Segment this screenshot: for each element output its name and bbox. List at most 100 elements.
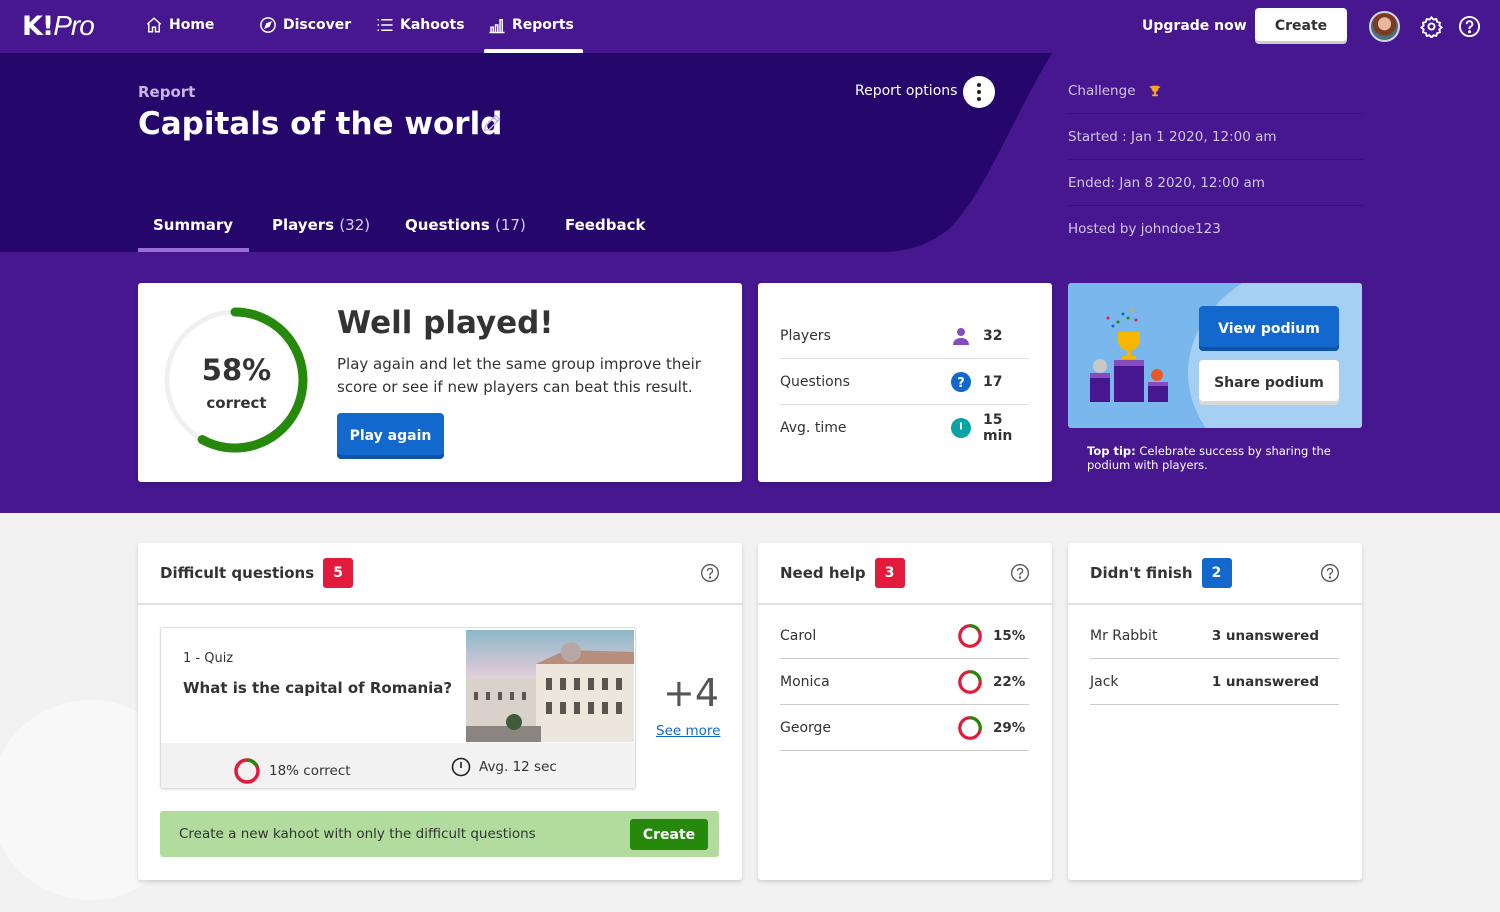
tab-players[interactable]: Players (32) [249,216,381,252]
question-card[interactable]: 1 - Quiz What is the capital of Romania?… [160,627,636,789]
compass-icon [260,17,276,33]
stat-value: 17 [983,373,1003,390]
tab-label: Summary [153,216,234,234]
banner-text: Create a new kahoot with only the diffic… [179,826,536,842]
nav-kahoots-label: Kahoots [400,17,465,33]
accuracy-percent: 58% [201,353,272,387]
meta-hosted: Hosted by johndoe123 [1068,221,1221,237]
more-options-button[interactable] [963,76,995,108]
podium-card: View podium Share podium [1068,283,1362,428]
question-image [466,630,634,742]
see-more-link[interactable]: See more [656,723,720,739]
report-options-label[interactable]: Report options [855,83,957,99]
upgrade-now-link[interactable]: Upgrade now [1142,18,1247,34]
bar-chart-icon [489,19,505,34]
stat-players: Players 32 [780,313,1029,359]
stat-questions: Questions ? 17 [780,359,1029,405]
share-podium-button[interactable]: Share podium [1199,360,1339,405]
player-percent: 29% [993,719,1026,736]
podium-illustration [1090,308,1168,402]
help-icon[interactable] [1458,15,1481,38]
panel-header: Didn't finish 2 [1068,543,1362,605]
stat-label: Avg. time [780,420,847,436]
question-icon: ? [951,371,971,392]
summary-text: Play again and let the same group improv… [337,355,701,396]
logo-mark: K! [22,11,54,42]
help-icon[interactable] [700,563,720,583]
trophy-icon [1149,85,1160,96]
dot [977,90,981,94]
tab-count: (17) [495,216,526,234]
clock-icon [951,418,971,438]
meta-mode: Challenge [1068,68,1363,114]
stat-value: 32 [983,327,1003,344]
report-meta: Challenge Started : Jan 1 2020, 12:00 am… [1068,68,1363,252]
stat-value: 15 min [983,412,1013,444]
correct-donut-icon [234,758,260,784]
summary-card: 58% correct Well played! Play again and … [138,283,742,482]
pencil-icon[interactable] [481,112,503,134]
create-difficult-banner: Create a new kahoot with only the diffic… [160,811,719,857]
logo-pro: Pro [53,10,95,41]
home-icon [146,17,162,33]
player-donut-icon [958,623,982,648]
need-help-panel: Need help 3 Carol 15% Monica 22% George … [758,543,1052,880]
stats-card: Players 32 Questions ? 17 Avg. time 15 m… [758,283,1052,482]
player-name: Mr Rabbit [1090,627,1158,644]
nav-discover-label: Discover [283,17,352,33]
player-row[interactable]: Jack 1 unanswered [1090,659,1339,705]
tab-feedback[interactable]: Feedback [541,216,661,252]
help-icon[interactable] [1010,563,1030,583]
gear-icon[interactable] [1420,15,1443,38]
player-row[interactable]: Carol 15% [780,613,1029,659]
kahoot-logo[interactable]: K!Pro [22,10,95,42]
correct-label: 18% correct [269,763,351,779]
dot [977,97,981,101]
player-icon [953,327,969,345]
question-type: 1 - Quiz [183,651,234,666]
tip-label: Top tip: [1087,444,1136,458]
player-name: George [780,719,832,736]
meta-started: Started : Jan 1 2020, 12:00 am [1068,114,1363,160]
player-row[interactable]: Mr Rabbit 3 unanswered [1090,613,1339,659]
question-footer: 18% correct Avg. 12 sec [161,743,635,788]
view-podium-button[interactable]: View podium [1199,306,1339,351]
tab-label: Players [272,216,335,234]
count-badge: 3 [874,558,905,588]
tab-questions[interactable]: Questions (17) [381,216,541,252]
nav-discover[interactable]: Discover [259,16,351,34]
city-buildings-image [466,642,634,742]
list-icon [377,19,393,31]
help-icon[interactable] [1320,563,1340,583]
page-title: Capitals of the world [138,106,503,142]
difficult-questions-panel: Difficult questions 5 1 - Quiz What is t… [138,543,742,880]
player-name: Monica [780,673,830,690]
player-name: Jack [1090,673,1119,690]
mode-label: Challenge [1068,82,1136,99]
tab-summary[interactable]: Summary [138,216,249,252]
nav-kahoots[interactable]: Kahoots [376,16,465,34]
nav-home-label: Home [169,17,215,33]
accuracy-sub: correct [206,394,267,412]
meta-ended: Ended: Jan 8 2020, 12:00 am [1068,160,1363,206]
create-button[interactable]: Create [1255,8,1347,44]
nav-reports-label: Reports [512,17,574,33]
nav-reports[interactable]: Reports [488,16,574,34]
stat-label: Players [780,327,831,344]
nav-home[interactable]: Home [145,16,214,34]
player-row[interactable]: Monica 22% [780,659,1029,705]
summary-heading: Well played! [337,305,554,341]
tab-label: Questions [405,216,490,234]
didnt-finish-panel: Didn't finish 2 Mr Rabbit 3 unanswered J… [1068,543,1362,880]
player-percent: 22% [993,673,1026,690]
unanswered-count: 3 unanswered [1211,627,1319,644]
report-tabs: Summary Players (32) Questions (17) Feed… [138,216,661,252]
player-name: Carol [780,627,817,644]
user-avatar[interactable] [1369,11,1400,42]
unanswered-count: 1 unanswered [1211,673,1319,690]
player-donut-icon [958,715,982,740]
create-kahoot-button[interactable]: Create [630,819,708,850]
play-again-button[interactable]: Play again [337,413,444,459]
question-avg-time: Avg. 12 sec [451,757,557,777]
player-row[interactable]: George 29% [780,705,1029,751]
